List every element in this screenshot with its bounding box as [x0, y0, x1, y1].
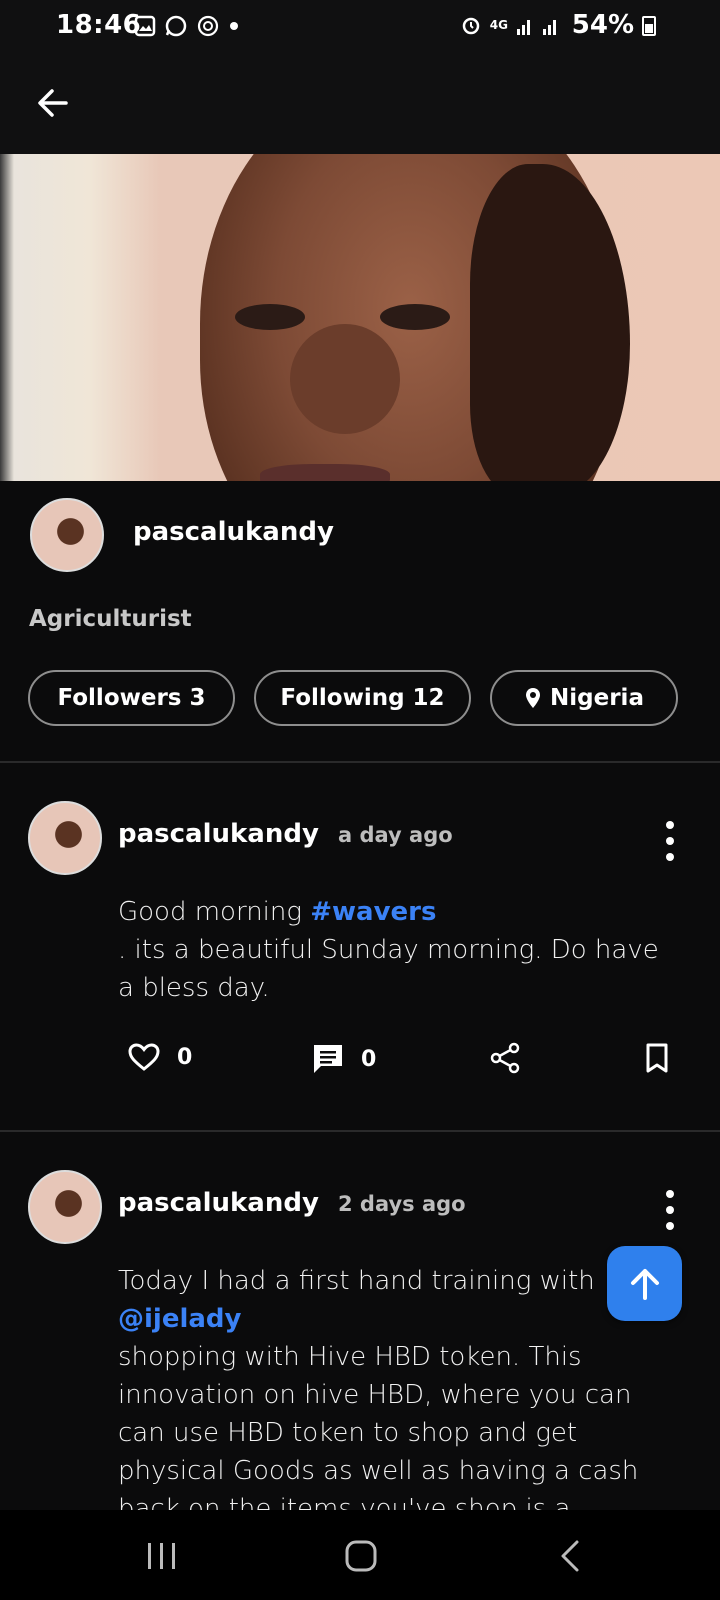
cover-photo	[0, 154, 720, 481]
home-button[interactable]	[341, 1534, 381, 1578]
more-vertical-icon	[666, 821, 674, 829]
status-bar: 18:46 4G 54%	[0, 0, 720, 52]
system-back-button[interactable]	[550, 1534, 590, 1578]
post-text: Today I had a first hand training with @…	[118, 1262, 678, 1528]
signal-icon-2	[543, 20, 556, 35]
post-avatar[interactable]	[28, 801, 102, 875]
post-text-before: Good morning	[118, 897, 311, 927]
more-notifications-icon	[230, 22, 238, 30]
post-text-after: . its a beautiful Sunday morning. Do hav…	[118, 935, 659, 1003]
more-vertical-icon	[666, 1190, 674, 1198]
chevron-left-icon	[561, 1540, 579, 1572]
followers-chip[interactable]: Followers 3	[28, 670, 235, 726]
battery-level: 54%	[571, 10, 634, 40]
post-more-button[interactable]	[658, 1190, 682, 1230]
heart-icon	[128, 1043, 160, 1071]
comment-count: 0	[361, 1046, 377, 1072]
cover-nose	[290, 324, 400, 434]
system-navigation-bar	[0, 1510, 720, 1600]
comment-button[interactable]: 0	[311, 1042, 376, 1076]
share-button[interactable]	[489, 1042, 521, 1074]
back-button[interactable]	[32, 82, 74, 124]
recent-apps-button[interactable]	[142, 1534, 182, 1578]
hashtag-link[interactable]: #wavers	[310, 897, 436, 927]
chatgpt-notification-icon	[197, 15, 219, 37]
home-icon	[345, 1540, 377, 1572]
top-app-bar	[0, 52, 720, 154]
cover-hair	[470, 164, 630, 481]
cover-eye-left	[235, 304, 305, 330]
post-time: a day ago	[338, 823, 453, 847]
arrow-up-icon	[630, 1268, 659, 1300]
divider	[0, 761, 720, 763]
bookmark-button[interactable]	[644, 1042, 670, 1074]
comment-icon	[314, 1045, 342, 1073]
cover-mouth	[260, 464, 390, 481]
divider	[0, 1130, 720, 1132]
location-chip[interactable]: Nigeria	[490, 670, 678, 726]
scroll-to-top-button[interactable]	[607, 1246, 682, 1321]
system-icons: 4G	[460, 14, 560, 36]
battery-icon	[642, 16, 656, 36]
signal-icon-1	[517, 20, 530, 35]
post-actions: 0 0	[0, 1042, 720, 1092]
cover-eye-right	[380, 304, 450, 330]
location-label: Nigeria	[550, 685, 644, 711]
status-time: 18:46	[56, 10, 142, 40]
profile-username: pascalukandy	[133, 517, 334, 547]
gallery-notification-icon	[134, 15, 156, 37]
recent-apps-icon	[148, 1543, 175, 1569]
post-author[interactable]: pascalukandy	[118, 1188, 319, 1218]
mention-link[interactable]: @ijelady	[118, 1304, 241, 1334]
followers-label: Followers 3	[57, 685, 206, 711]
bookmark-icon	[646, 1043, 668, 1073]
profile-avatar[interactable]	[30, 498, 104, 572]
post-text-before: Today I had a first hand training with	[118, 1266, 595, 1296]
share-icon	[490, 1042, 520, 1074]
alarm-icon	[462, 17, 480, 35]
arrow-left-icon	[38, 89, 68, 117]
following-chip[interactable]: Following 12	[254, 670, 471, 726]
post-time: 2 days ago	[338, 1192, 466, 1216]
whatsapp-notification-icon	[165, 15, 187, 37]
post-text: Good morning #wavers . its a beautiful S…	[118, 893, 678, 1007]
profile-bio: Agriculturist	[29, 606, 192, 632]
post-more-button[interactable]	[658, 821, 682, 861]
network-type: 4G	[489, 18, 508, 32]
like-count: 0	[177, 1044, 193, 1070]
post-avatar[interactable]	[28, 1170, 102, 1244]
post-text-after: shopping with Hive HBD token. This innov…	[118, 1342, 639, 1524]
following-label: Following 12	[280, 685, 445, 711]
location-pin-icon	[526, 688, 541, 708]
post-author[interactable]: pascalukandy	[118, 819, 319, 849]
notification-icons	[134, 14, 240, 38]
like-button[interactable]: 0	[127, 1042, 192, 1072]
